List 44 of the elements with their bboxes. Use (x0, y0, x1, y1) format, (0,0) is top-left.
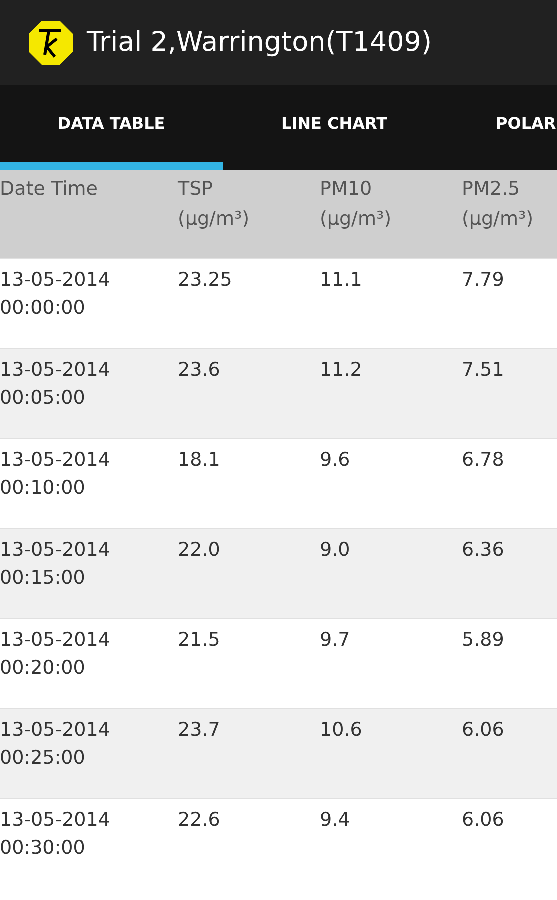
table-cell: 9.4 (320, 809, 350, 831)
table-cell: 7.79 (462, 269, 504, 291)
time-text: 00:30:00 (0, 836, 86, 861)
table-cell: 10.6 (320, 719, 362, 741)
date-text: 13-05-2014 (0, 358, 110, 383)
date-text: 13-05-2014 (0, 448, 110, 473)
table-cell: 5.89 (462, 629, 504, 651)
table-cell: 22.0 (178, 539, 220, 561)
table-cell: 9.0 (320, 539, 350, 561)
date-text: 13-05-2014 (0, 808, 110, 833)
table-cell: 23.25 (178, 269, 232, 291)
table-cell: 18.1 (178, 449, 220, 471)
table-cell: 7.51 (462, 359, 504, 381)
table-cell: 21.5 (178, 629, 220, 651)
column-unit: (µg/m³) (462, 207, 534, 232)
table-cell: 23.7 (178, 719, 220, 741)
table-cell: 6.36 (462, 539, 504, 561)
table-cell: 6.06 (462, 809, 504, 831)
column-header: PM2.5 (462, 177, 520, 202)
table-cell: 6.78 (462, 449, 504, 471)
date-text: 13-05-2014 (0, 628, 110, 653)
column-unit: (µg/m³) (178, 207, 250, 232)
table-cell: 9.6 (320, 449, 350, 471)
column-unit: (µg/m³) (320, 207, 392, 232)
logo-icon (27, 18, 75, 66)
table-cell: 11.2 (320, 359, 362, 381)
time-text: 00:00:00 (0, 296, 86, 321)
time-text: 00:10:00 (0, 476, 86, 501)
table-cell: 6.06 (462, 719, 504, 741)
column-header: TSP (178, 177, 214, 202)
time-text: 00:20:00 (0, 656, 86, 681)
table-cell: 23.6 (178, 359, 220, 381)
time-text: 00:25:00 (0, 746, 86, 771)
date-text: 13-05-2014 (0, 718, 110, 743)
column-header: Date Time (0, 177, 98, 202)
app-title: Trial 2,Warrington(T1409) (87, 27, 432, 58)
column-header: PM10 (320, 177, 372, 202)
time-text: 00:15:00 (0, 566, 86, 591)
table-cell: 9.7 (320, 629, 350, 651)
table-cell: 22.6 (178, 809, 220, 831)
table-cell: 11.1 (320, 269, 362, 291)
time-text: 00:05:00 (0, 386, 86, 411)
date-text: 13-05-2014 (0, 268, 110, 293)
date-text: 13-05-2014 (0, 538, 110, 563)
